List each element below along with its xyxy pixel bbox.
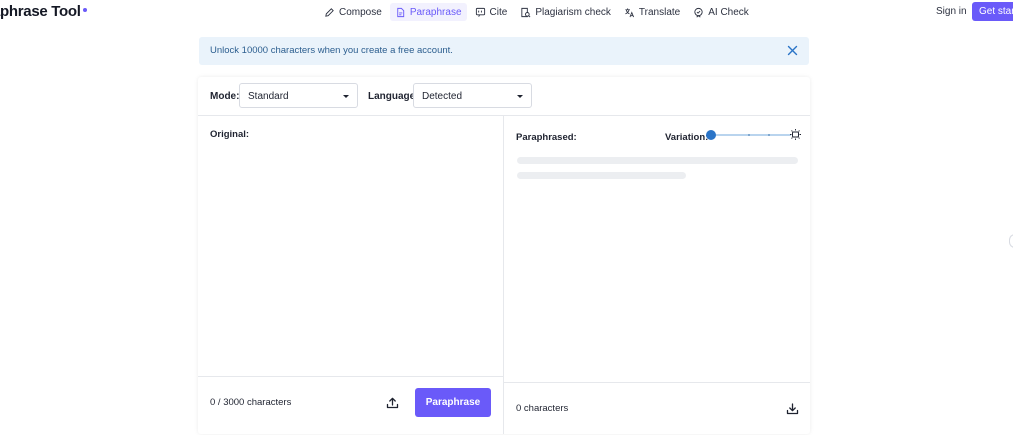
mode-label: Mode: (210, 91, 240, 102)
translate-icon (625, 7, 634, 17)
divider (198, 115, 810, 116)
slider-tick (748, 134, 750, 136)
loading-skeleton-line (517, 157, 798, 164)
logo[interactable]: aphrase Tool (0, 3, 87, 20)
nav-plagiarism-label: Plagiarism check (535, 6, 611, 18)
nav-paraphrase[interactable]: Paraphrase (389, 3, 467, 21)
divider (198, 376, 503, 377)
nav-cite[interactable]: Cite (470, 3, 513, 21)
nav-cite-label: Cite (489, 6, 508, 18)
side-handle[interactable] (1009, 234, 1013, 248)
language-label: Language: (368, 91, 419, 102)
input-char-count: 0 / 3000 characters (210, 397, 292, 408)
chevron-down-icon (343, 95, 349, 98)
language-select[interactable]: Detected (413, 83, 532, 108)
signup-banner: Unlock 10000 characters when you create … (199, 37, 809, 65)
output-char-count: 0 characters (516, 403, 569, 414)
get-started-button[interactable]: Get started (972, 2, 1013, 21)
chevron-down-icon (517, 95, 523, 98)
nav-plagiarism[interactable]: Plagiarism check (515, 3, 616, 21)
logo-text: aphrase Tool (0, 3, 81, 20)
pencil-icon (325, 7, 334, 17)
banner-text: Unlock 10000 characters when you create … (210, 45, 453, 56)
document-icon (397, 7, 404, 17)
variation-slider-thumb[interactable] (706, 130, 716, 140)
paraphrased-label: Paraphrased: (516, 132, 577, 143)
main-nav: Compose Paraphrase Cite Plagiarism check… (319, 3, 757, 21)
upload-icon[interactable] (386, 396, 399, 409)
original-text-input[interactable] (204, 142, 497, 372)
column-divider (503, 115, 504, 434)
variation-label: Variation: (665, 132, 709, 143)
quote-icon (475, 7, 485, 17)
language-select-value: Detected (422, 91, 463, 102)
nav-compose[interactable]: Compose (319, 3, 387, 21)
nav-translate-label: Translate (638, 6, 681, 18)
loading-skeleton-line (517, 172, 686, 179)
nav-compose-label: Compose (339, 6, 382, 18)
mode-select[interactable]: Standard (239, 83, 358, 108)
slider-tick (768, 134, 770, 136)
nav-ai-check-label: AI Check (708, 6, 749, 18)
nav-ai-check[interactable]: AI Check (688, 3, 754, 21)
nav-paraphrase-label: Paraphrase (409, 6, 462, 18)
logo-dot (82, 8, 87, 12)
original-label: Original: (210, 129, 250, 140)
shield-check-icon (694, 7, 703, 17)
sparkle-icon (790, 129, 801, 140)
sign-in-link[interactable]: Sign in (936, 6, 967, 17)
nav-translate[interactable]: Translate (619, 3, 685, 21)
mode-select-value: Standard (248, 91, 289, 102)
document-search-icon (521, 7, 531, 17)
download-icon[interactable] (786, 402, 799, 415)
top-header: aphrase Tool Compose Paraphrase Cite Pla… (0, 0, 1013, 24)
divider (503, 382, 810, 383)
variation-slider-track[interactable] (711, 134, 791, 136)
close-icon[interactable] (786, 44, 799, 57)
paraphrase-button[interactable]: Paraphrase (415, 388, 491, 417)
